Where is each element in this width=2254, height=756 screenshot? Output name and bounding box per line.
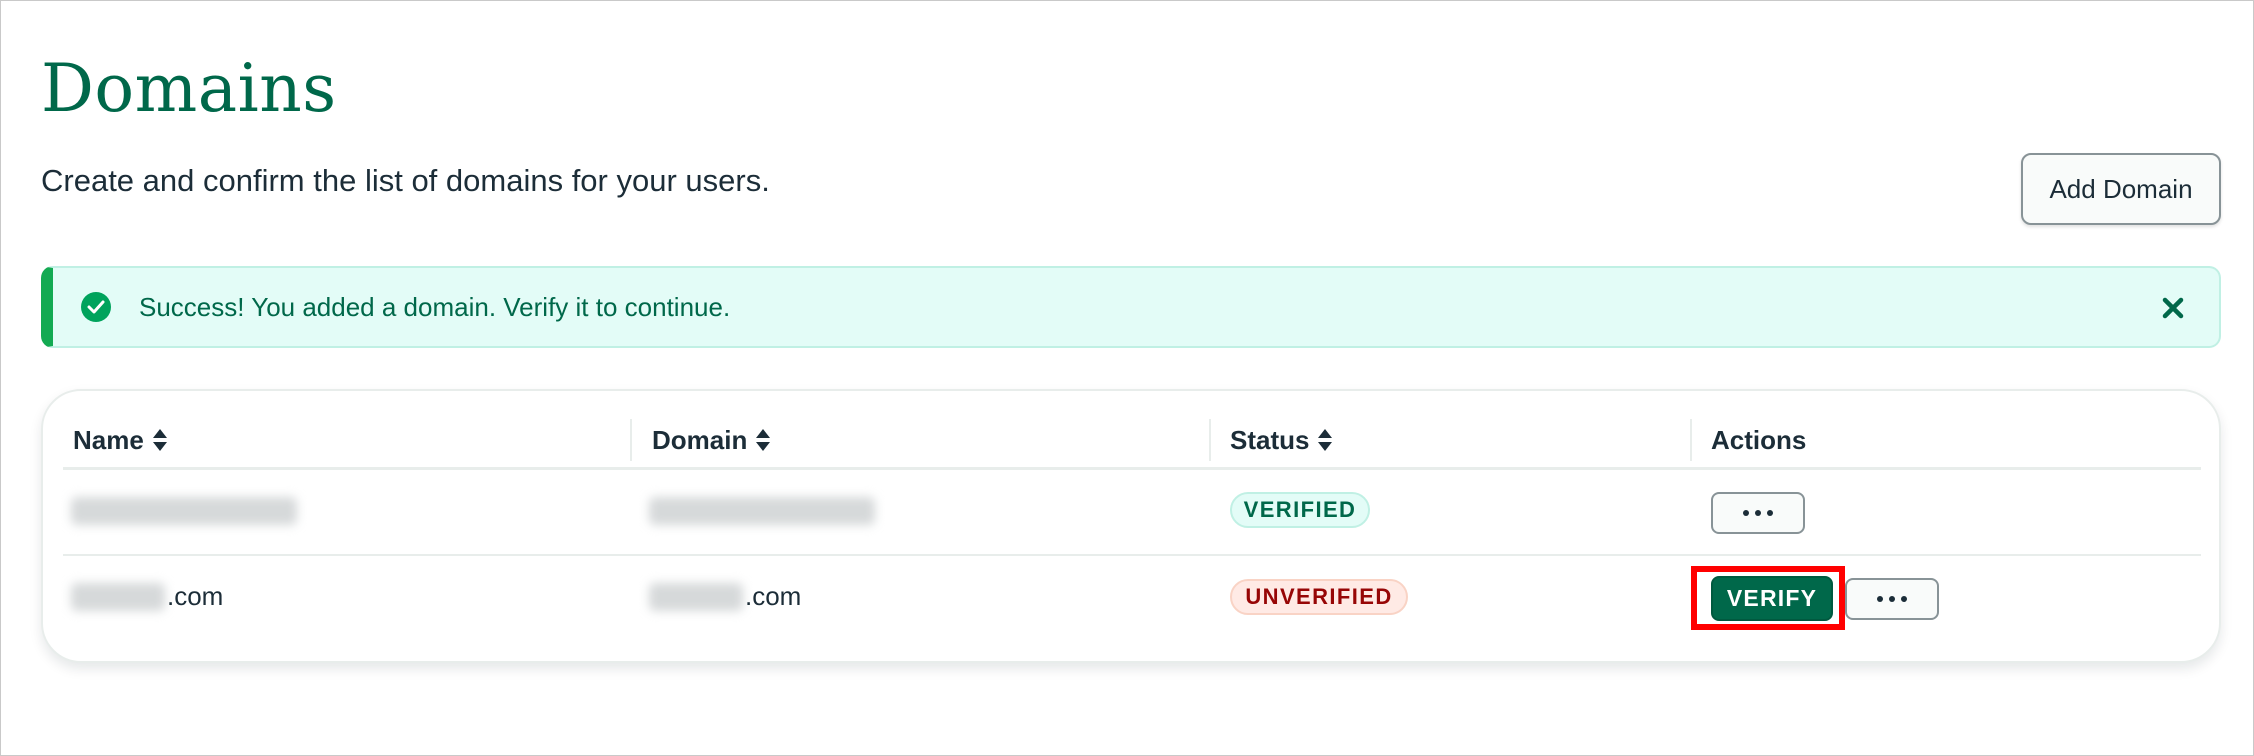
dot — [1767, 510, 1773, 516]
redacted-domain — [649, 497, 875, 525]
more-options-button[interactable] — [1711, 492, 1805, 534]
column-divider — [630, 419, 632, 461]
dot — [1755, 510, 1761, 516]
status-badge: VERIFIED — [1230, 492, 1370, 528]
check-circle-icon — [81, 292, 111, 322]
column-header-label: Status — [1230, 424, 1310, 455]
dot — [1889, 596, 1895, 602]
redacted-name — [71, 583, 165, 611]
column-header-status[interactable]: Status — [1230, 421, 1333, 459]
domains-table — [41, 389, 2221, 663]
sort-icon[interactable] — [152, 428, 168, 452]
banner-message: Success! You added a domain. Verify it t… — [139, 292, 731, 322]
dot — [1743, 510, 1749, 516]
column-divider — [1209, 419, 1211, 461]
name-suffix: .com — [167, 581, 224, 611]
add-domain-button[interactable]: Add Domain — [2021, 153, 2221, 225]
column-header-label: Name — [73, 424, 144, 455]
page-subtitle: Create and confirm the list of domains f… — [41, 163, 770, 198]
column-header-name[interactable]: Name — [73, 421, 168, 459]
column-header-label: Actions — [1711, 424, 1807, 455]
more-options-button[interactable] — [1845, 578, 1939, 620]
page-frame: Domains Create and confirm the list of d… — [0, 0, 2254, 756]
close-icon[interactable] — [2155, 290, 2191, 326]
dot — [1877, 596, 1883, 602]
redacted-domain — [649, 583, 743, 611]
sort-icon[interactable] — [1317, 428, 1333, 452]
redacted-name — [71, 497, 297, 525]
column-header-label: Domain — [652, 424, 748, 455]
sort-icon[interactable] — [755, 428, 771, 452]
row-divider — [63, 554, 2201, 556]
verify-button[interactable]: VERIFY — [1711, 576, 1833, 621]
status-badge: UNVERIFIED — [1230, 579, 1408, 615]
column-header-actions: Actions — [1711, 421, 1806, 459]
success-banner: Success! You added a domain. Verify it t… — [41, 266, 2221, 348]
column-header-domain[interactable]: Domain — [652, 421, 771, 459]
dot — [1901, 596, 1907, 602]
page-title: Domains — [41, 50, 337, 127]
domain-suffix: .com — [745, 581, 802, 611]
column-divider — [1690, 419, 1692, 461]
header-divider — [63, 467, 2201, 470]
